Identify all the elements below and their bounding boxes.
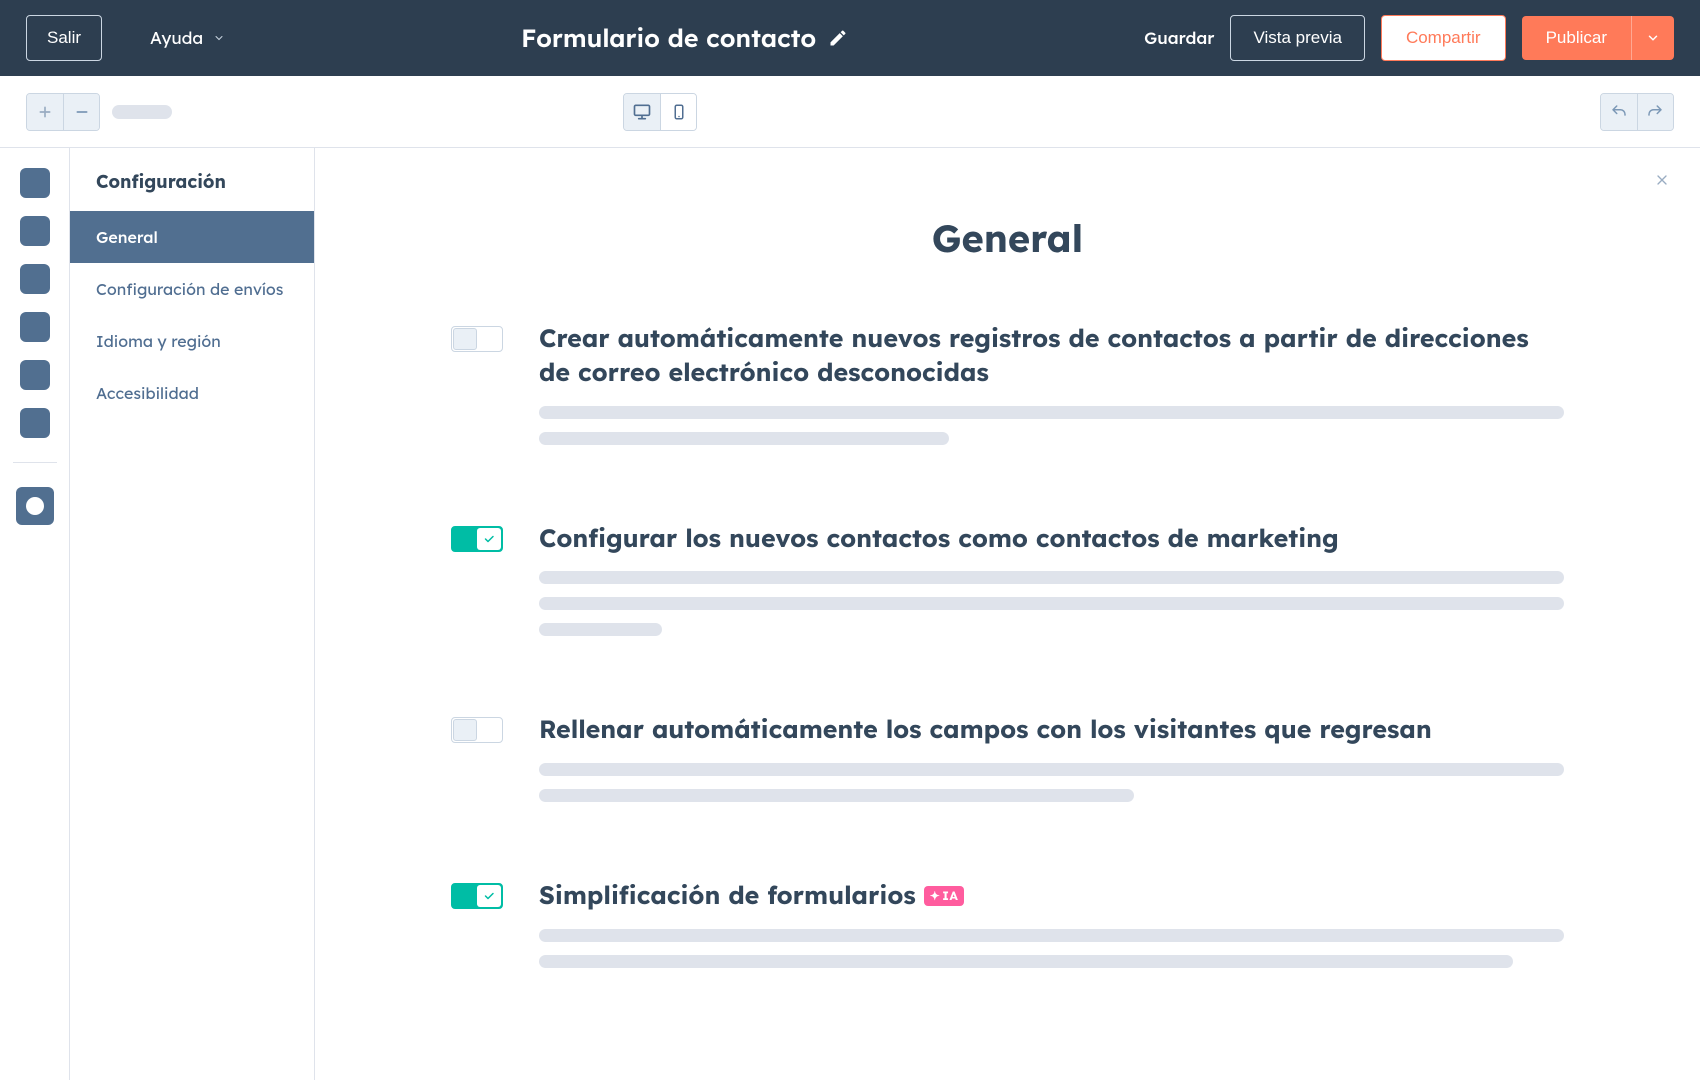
form-title: Formulario de contacto [521, 23, 816, 54]
mobile-icon [670, 103, 688, 121]
share-button[interactable]: Compartir [1381, 15, 1506, 61]
help-menu[interactable]: Ayuda [150, 28, 225, 49]
device-toggle [623, 93, 697, 131]
rail-item-1[interactable] [20, 168, 50, 198]
setting-title: Rellenar automáticamente los campos con … [539, 713, 1564, 747]
settings-content: General Crear automáticamente nuevos reg… [315, 148, 1700, 1080]
setting-row-auto-create-contacts: Crear automáticamente nuevos registros d… [355, 322, 1660, 458]
page-title: General [355, 214, 1660, 262]
exit-button[interactable]: Salir [26, 15, 102, 61]
top-navbar: Salir Ayuda Formulario de contacto Guard… [0, 0, 1700, 76]
publish-button[interactable]: Publicar [1522, 16, 1631, 60]
rail-item-5[interactable] [20, 360, 50, 390]
setting-row-marketing-contacts: Configurar los nuevos contactos como con… [355, 522, 1660, 650]
zoom-in-button[interactable] [27, 94, 63, 130]
redo-icon [1646, 103, 1664, 121]
top-right-actions: Guardar Vista previa Compartir Publicar [1144, 15, 1674, 61]
undo-redo-group [1600, 93, 1674, 131]
check-icon [483, 533, 495, 545]
plus-icon [37, 104, 53, 120]
mobile-view-button[interactable] [660, 94, 696, 130]
desktop-view-button[interactable] [624, 94, 660, 130]
ai-badge: ✦IA [924, 886, 965, 906]
rail-item-6[interactable] [20, 408, 50, 438]
side-item-accessibility[interactable]: Accesibilidad [70, 367, 314, 419]
preview-button[interactable]: Vista previa [1230, 15, 1365, 61]
skeleton-line [539, 929, 1564, 942]
help-label: Ayuda [150, 28, 203, 49]
skeleton-line [539, 406, 1564, 419]
skeleton-line [539, 789, 1134, 802]
skeleton-line [539, 955, 1513, 968]
setting-body: Crear automáticamente nuevos registros d… [539, 322, 1564, 458]
skeleton-line [539, 571, 1564, 584]
save-link[interactable]: Guardar [1144, 28, 1214, 49]
side-item-language[interactable]: Idioma y región [70, 315, 314, 367]
rail-divider [13, 462, 57, 463]
skeleton-line [539, 763, 1564, 776]
close-icon[interactable] [1654, 172, 1670, 188]
zoom-level-placeholder [112, 105, 172, 119]
skeleton-line [539, 432, 949, 445]
setting-title: Configurar los nuevos contactos como con… [539, 522, 1564, 556]
side-item-general[interactable]: General [70, 211, 314, 263]
setting-body: Rellenar automáticamente los campos con … [539, 713, 1564, 815]
redo-button[interactable] [1637, 94, 1673, 130]
setting-body: Simplificación de formularios ✦IA [539, 879, 1564, 981]
side-panel-title: Configuración [70, 148, 314, 211]
setting-title: Simplificación de formularios ✦IA [539, 879, 1564, 913]
setting-row-autofill-returning: Rellenar automáticamente los campos con … [355, 713, 1660, 815]
form-title-wrap: Formulario de contacto [245, 23, 1124, 54]
zoom-button-group [26, 93, 100, 131]
side-item-submissions[interactable]: Configuración de envíos [70, 263, 314, 315]
zoom-out-button[interactable] [63, 94, 99, 130]
publish-dropdown-button[interactable] [1631, 16, 1674, 60]
toggle-form-simplification[interactable] [451, 883, 503, 909]
setting-row-form-simplification: Simplificación de formularios ✦IA [355, 879, 1660, 981]
rail-item-4[interactable] [20, 312, 50, 342]
rail-item-3[interactable] [20, 264, 50, 294]
toggle-autofill-returning[interactable] [451, 717, 503, 743]
left-icon-rail [0, 148, 70, 1080]
chevron-down-icon [213, 32, 225, 44]
undo-button[interactable] [1601, 94, 1637, 130]
skeleton-line [539, 597, 1564, 610]
editor-toolbar [0, 76, 1700, 148]
minus-icon [74, 104, 90, 120]
zoom-controls [26, 93, 172, 131]
rail-item-2[interactable] [20, 216, 50, 246]
setting-title: Crear automáticamente nuevos registros d… [539, 322, 1564, 390]
toggle-marketing-contacts[interactable] [451, 526, 503, 552]
chevron-down-icon [1646, 31, 1660, 45]
main-area: Configuración General Configuración de e… [0, 148, 1700, 1080]
setting-body: Configurar los nuevos contactos como con… [539, 522, 1564, 650]
rail-item-settings[interactable] [16, 487, 54, 525]
publish-button-group: Publicar [1522, 16, 1674, 60]
settings-side-panel: Configuración General Configuración de e… [70, 148, 315, 1080]
toggle-auto-create-contacts[interactable] [451, 326, 503, 352]
desktop-icon [632, 102, 652, 122]
check-icon [483, 890, 495, 902]
skeleton-line [539, 623, 662, 636]
undo-icon [1610, 103, 1628, 121]
edit-title-icon[interactable] [828, 28, 848, 48]
